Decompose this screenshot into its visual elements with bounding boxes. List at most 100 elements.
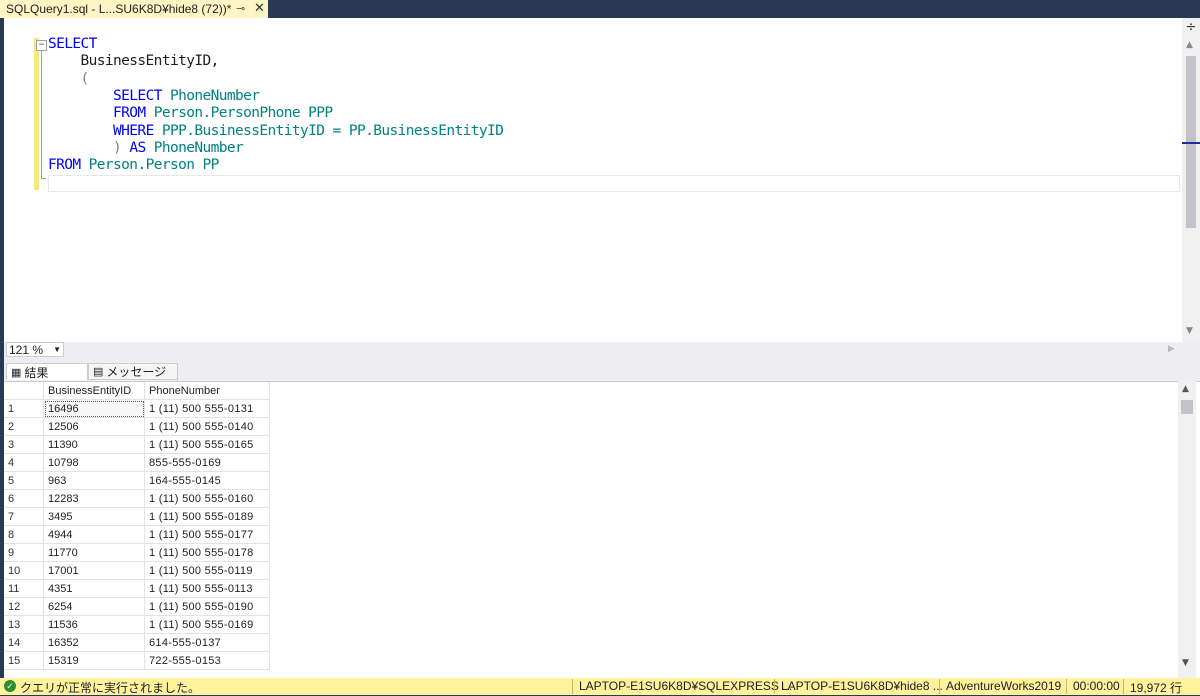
phonenumber-cell[interactable]: 1 (11) 500 555-0140 xyxy=(144,417,270,436)
scroll-right-icon[interactable]: ▶ xyxy=(1168,344,1175,354)
tab-results[interactable]: ▦ 結果 xyxy=(6,363,88,380)
table-row[interactable]: 9 11770 1 (11) 500 555-0178 xyxy=(4,543,270,562)
table-row[interactable]: 12 6254 1 (11) 500 555-0190 xyxy=(4,597,270,616)
phonenumber-cell[interactable]: 1 (11) 500 555-0178 xyxy=(144,543,270,562)
collapse-icon[interactable]: − xyxy=(36,40,47,51)
businessentityid-cell[interactable]: 3495 xyxy=(43,507,145,526)
row-number-cell[interactable]: 9 xyxy=(4,543,44,562)
table-row[interactable]: 1 16496 1 (11) 500 555-0131 xyxy=(4,399,270,418)
column-header-phonenumber[interactable]: PhoneNumber xyxy=(144,382,270,400)
table-row[interactable]: 4 10798 855-555-0169 xyxy=(4,453,270,472)
table-row[interactable]: 8 4944 1 (11) 500 555-0177 xyxy=(4,525,270,544)
row-number-cell[interactable]: 13 xyxy=(4,615,44,634)
table-row[interactable]: 7 3495 1 (11) 500 555-0189 xyxy=(4,507,270,526)
businessentityid-cell[interactable]: 4351 xyxy=(43,579,145,598)
scroll-down-icon[interactable]: ▼ xyxy=(1182,658,1189,668)
businessentityid-cell[interactable]: 12506 xyxy=(43,417,145,436)
phonenumber-cell[interactable]: 614-555-0137 xyxy=(144,633,270,652)
phonenumber-cell[interactable]: 1 (11) 500 555-0113 xyxy=(144,579,270,598)
code-line[interactable]: SELECT xyxy=(48,36,97,53)
businessentityid-cell[interactable]: 16496 xyxy=(43,399,145,418)
status-rowcount: 19,972 行 xyxy=(1130,681,1183,695)
document-tab[interactable]: SQLQuery1.sql - L...SU6K8D¥hide8 (72))* … xyxy=(0,0,268,18)
row-number-cell[interactable]: 10 xyxy=(4,561,44,580)
results-grid[interactable]: BusinessEntityID PhoneNumber 1 16496 1 (11… xyxy=(4,381,1200,679)
code-line[interactable]: SELECT PhoneNumber xyxy=(48,88,260,105)
code-line[interactable]: WHERE PPP.BusinessEntityID = PP.Business… xyxy=(48,122,504,140)
pin-icon[interactable]: ⊸ xyxy=(236,2,245,15)
tab-messages-label: メッセージ xyxy=(106,365,167,379)
table-row[interactable]: 2 12506 1 (11) 500 555-0140 xyxy=(4,417,270,436)
row-number-cell[interactable]: 11 xyxy=(4,579,44,598)
phonenumber-cell[interactable]: 1 (11) 500 555-0189 xyxy=(144,507,270,526)
split-icon[interactable]: ÷ xyxy=(1184,21,1198,35)
table-row[interactable]: 10 17001 1 (11) 500 555-0119 xyxy=(4,561,270,580)
phonenumber-cell[interactable]: 1 (11) 500 555-0169 xyxy=(144,615,270,634)
scroll-down-icon[interactable]: ▼ xyxy=(1186,326,1193,336)
zoom-select[interactable]: 121 % ▼ xyxy=(6,342,64,357)
column-header-businessentityid[interactable]: BusinessEntityID xyxy=(43,382,145,400)
status-divider xyxy=(1123,679,1124,694)
phonenumber-cell[interactable]: 1 (11) 500 555-0190 xyxy=(144,597,270,616)
code-line[interactable]: BusinessEntityID, xyxy=(48,53,220,70)
grid-icon: ▦ xyxy=(11,366,22,379)
phonenumber-cell[interactable]: 722-555-0153 xyxy=(144,651,270,670)
close-icon[interactable]: ✕ xyxy=(254,0,265,16)
row-number-header[interactable] xyxy=(4,382,44,400)
code-token: PhoneNumber xyxy=(145,139,244,156)
businessentityid-cell[interactable]: 4944 xyxy=(43,525,145,544)
phonenumber-cell[interactable]: 1 (11) 500 555-0165 xyxy=(144,435,270,454)
phonenumber-cell[interactable]: 1 (11) 500 555-0160 xyxy=(144,489,270,508)
row-number-cell[interactable]: 1 xyxy=(4,399,44,418)
businessentityid-cell[interactable]: 6254 xyxy=(43,597,145,616)
phonenumber-cell[interactable]: 855-555-0169 xyxy=(144,453,270,472)
table-row[interactable]: 11 4351 1 (11) 500 555-0113 xyxy=(4,579,270,598)
row-number-cell[interactable]: 2 xyxy=(4,417,44,436)
businessentityid-cell[interactable]: 12283 xyxy=(43,489,145,508)
table-row[interactable]: 5 963 164-555-0145 xyxy=(4,471,270,490)
zoom-value: 121 % xyxy=(9,343,44,357)
table-row[interactable]: 6 12283 1 (11) 500 555-0160 xyxy=(4,489,270,508)
query-editor[interactable]: − SELECT BusinessEntityID, ( SELECT Phon… xyxy=(4,18,1200,342)
code-line[interactable]: FROM Person.Person PP xyxy=(48,157,219,174)
results-vertical-scrollbar[interactable] xyxy=(1178,381,1196,678)
businessentityid-cell[interactable]: 15319 xyxy=(43,651,145,670)
row-number-cell[interactable]: 8 xyxy=(4,525,44,544)
row-number-cell[interactable]: 14 xyxy=(4,633,44,652)
row-number-cell[interactable]: 15 xyxy=(4,651,44,670)
businessentityid-cell[interactable]: 11536 xyxy=(43,615,145,634)
scroll-up-icon[interactable]: ▲ xyxy=(1186,40,1193,50)
code-line[interactable]: ) AS PhoneNumber xyxy=(48,139,244,157)
table-row[interactable]: 3 11390 1 (11) 500 555-0165 xyxy=(4,435,270,454)
table-row[interactable]: 13 11536 1 (11) 500 555-0169 xyxy=(4,615,270,634)
phonenumber-cell[interactable]: 1 (11) 500 555-0119 xyxy=(144,561,270,580)
status-message: クエリが正常に実行されました。 xyxy=(20,681,201,695)
status-database: AdventureWorks2019 xyxy=(946,679,1062,693)
code-line[interactable]: FROM Person.PersonPhone PPP xyxy=(48,105,333,122)
businessentityid-cell[interactable]: 10798 xyxy=(43,453,145,472)
row-number-cell[interactable]: 6 xyxy=(4,489,44,508)
row-number-cell[interactable]: 3 xyxy=(4,435,44,454)
tab-messages[interactable]: ▤ メッセージ xyxy=(88,363,178,380)
code-token: PPP.BusinessEntityID = PP.BusinessEntity… xyxy=(153,122,504,139)
businessentityid-cell[interactable]: 11390 xyxy=(43,435,145,454)
code-line[interactable]: ( xyxy=(48,71,90,88)
businessentityid-cell[interactable]: 963 xyxy=(43,471,145,490)
change-tracking-margin xyxy=(34,38,39,190)
scroll-up-icon[interactable]: ▲ xyxy=(1182,384,1189,394)
row-number-cell[interactable]: 4 xyxy=(4,453,44,472)
row-number-cell[interactable]: 5 xyxy=(4,471,44,490)
phonenumber-cell[interactable]: 1 (11) 500 555-0131 xyxy=(144,399,270,418)
phonenumber-cell[interactable]: 164-555-0145 xyxy=(144,471,270,490)
table-row[interactable]: 15 15319 722-555-0153 xyxy=(4,651,270,670)
row-number-cell[interactable]: 7 xyxy=(4,507,44,526)
businessentityid-cell[interactable]: 17001 xyxy=(43,561,145,580)
phonenumber-cell[interactable]: 1 (11) 500 555-0177 xyxy=(144,525,270,544)
results-pane: ▦ 結果 ▤ メッセージ BusinessEntityID PhoneNumbe… xyxy=(4,358,1200,679)
table-row[interactable]: 14 16352 614-555-0137 xyxy=(4,633,270,652)
results-scroll-thumb[interactable] xyxy=(1181,400,1193,414)
row-number-cell[interactable]: 12 xyxy=(4,597,44,616)
businessentityid-cell[interactable]: 11770 xyxy=(43,543,145,562)
businessentityid-cell[interactable]: 16352 xyxy=(43,633,145,652)
